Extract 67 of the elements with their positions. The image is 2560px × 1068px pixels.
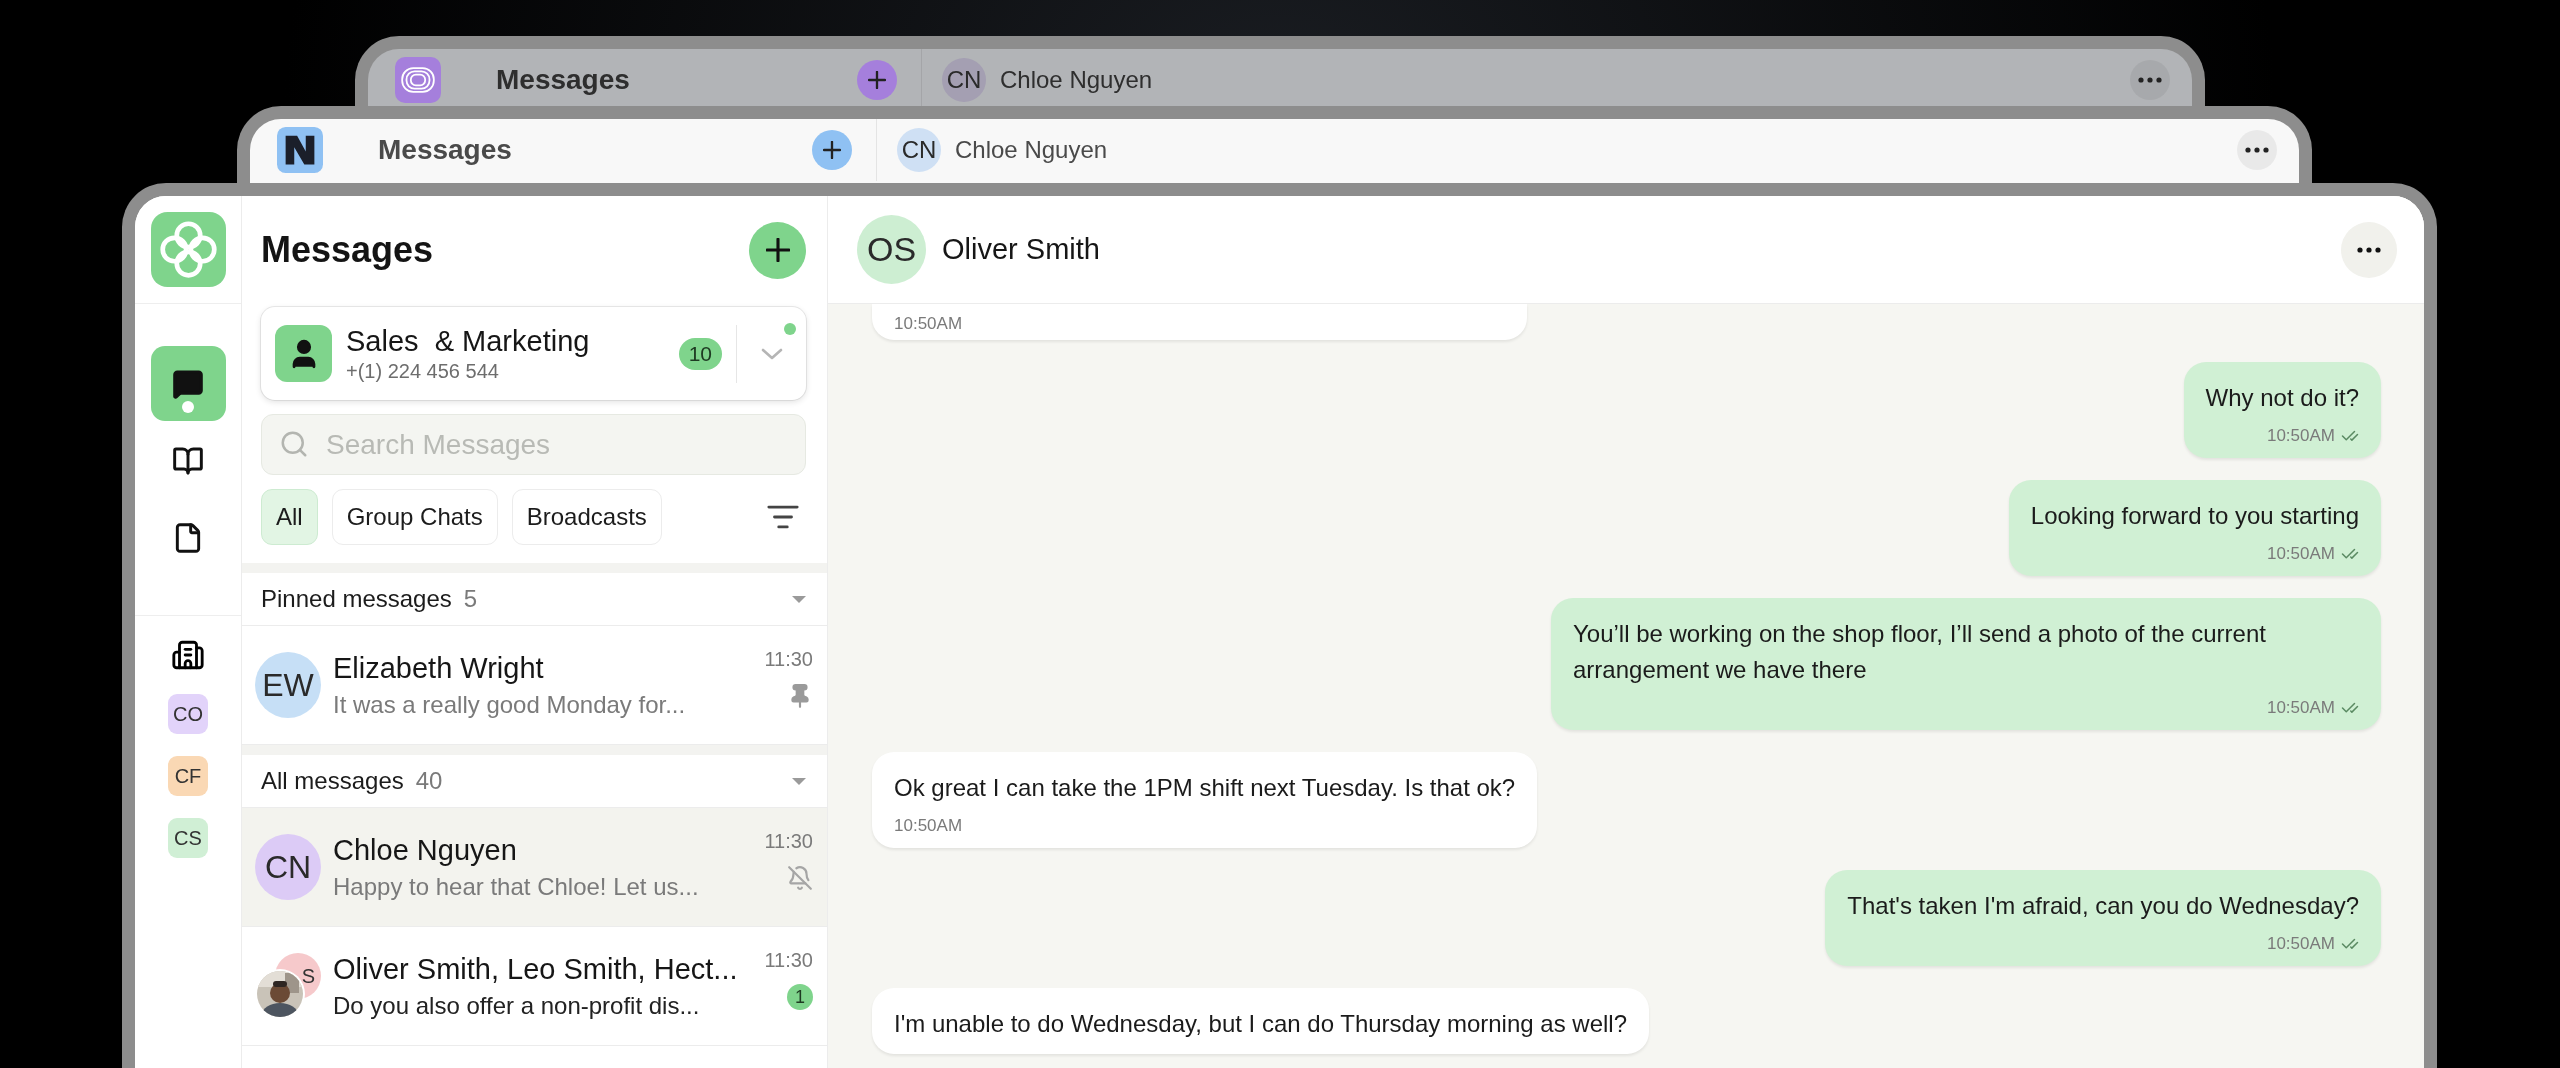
message-text: That's taken I'm afraid, can you do Wednesday? (1847, 891, 2359, 921)
more-icon (2245, 147, 2269, 153)
conversation-preview: It was a really good Monday for... (333, 690, 687, 719)
building-icon[interactable] (171, 638, 205, 672)
more-icon (2138, 77, 2162, 83)
contact-name: Oliver Smith (942, 233, 1100, 266)
message-text: You’ll be working on the shop floor, I’ll send a photo of the current arrangement we have there (1573, 619, 2267, 685)
plus-icon (823, 141, 841, 159)
workspace-badge[interactable]: CS (168, 818, 208, 858)
conversation-time: 11:30 (764, 648, 813, 671)
account-name: Sales & Marketing (346, 324, 591, 358)
message-time: 10:50AM (2266, 934, 2335, 954)
caret-icon (791, 594, 807, 604)
account-icon (275, 325, 332, 382)
more-button[interactable] (2237, 130, 2277, 170)
list-title: Messages (261, 229, 434, 271)
contact-name: Chloe Nguyen (1000, 66, 1153, 94)
section-title: All messages (261, 767, 404, 795)
section-count: 40 (415, 767, 443, 795)
chevron-icon (760, 347, 783, 360)
account-phone: +(1) 224 456 544 (346, 359, 500, 383)
conversation-name: Chloe Nguyen (333, 833, 518, 867)
message-time: 10:50AM (2266, 544, 2335, 564)
filter-tab[interactable]: Group Chats (331, 489, 498, 545)
conversation-preview: Happy to hear that Chloe! Let us... (333, 872, 700, 901)
message-text: Why not do it? (2205, 383, 2359, 413)
contact-avatar: CN (897, 128, 941, 172)
contact-avatar: CN (942, 58, 986, 102)
section-count: 5 (463, 585, 478, 613)
contact-name: Chloe Nguyen (955, 136, 1108, 164)
new-message-button[interactable] (812, 130, 852, 170)
filter-tab[interactable]: Broadcasts (511, 489, 662, 545)
search-icon (279, 429, 309, 459)
window-title: Messages (378, 134, 512, 166)
message-time: 10:50AM (894, 314, 963, 334)
count-badge: 10 (678, 337, 722, 370)
filter-tab[interactable]: All (261, 489, 318, 545)
message-text: Ok great I can take the 1PM shift next Tuesday. Is that ok? (894, 773, 1516, 803)
contact-avatar: EW (255, 652, 321, 718)
unread-count: 1 (787, 984, 813, 1010)
workspace-badge[interactable]: CO (168, 694, 208, 734)
new-message-button[interactable] (749, 221, 806, 279)
message-time: 10:50AM (2266, 426, 2335, 446)
conversation-name: Elizabeth Wright (333, 651, 545, 685)
conversation-preview: Do you also offer a non-profit dis... (333, 991, 701, 1020)
nav-button[interactable] (150, 346, 226, 421)
more-icon (2357, 246, 2381, 253)
plus-icon (868, 71, 886, 89)
account-card[interactable]: Sales & Marketing +(1) 224 456 544 10 (261, 307, 806, 400)
section-title: Pinned messages (261, 585, 452, 613)
caret-icon (791, 776, 807, 786)
search-field[interactable]: Search Messages (261, 414, 806, 475)
new-message-button[interactable] (857, 60, 897, 100)
conversation-time: 11:30 (764, 830, 813, 853)
workspace-badge[interactable]: CF (168, 756, 208, 796)
conversation-time: 11:30 (764, 949, 813, 972)
contact-avatar: CN (255, 834, 321, 900)
message-time: 10:50AM (894, 816, 963, 836)
message-text: I'm unable to do Wednesday, but I can do Thursday morning as well? (894, 1009, 1627, 1039)
window-title: Messages (496, 64, 630, 96)
plus-icon (765, 238, 790, 262)
message-time: 10:50AM (2266, 698, 2335, 718)
contact-avatar: OS (857, 215, 926, 284)
message-text: Looking forward to you starting (2030, 501, 2359, 531)
conversation-item[interactable]: CN Chloe Nguyen Happy to hear that Chloe! Let us... 11:30 (242, 808, 827, 927)
conversation-name: Oliver Smith, Leo Smith, Hect... (333, 952, 739, 986)
more-button[interactable] (2130, 60, 2170, 100)
